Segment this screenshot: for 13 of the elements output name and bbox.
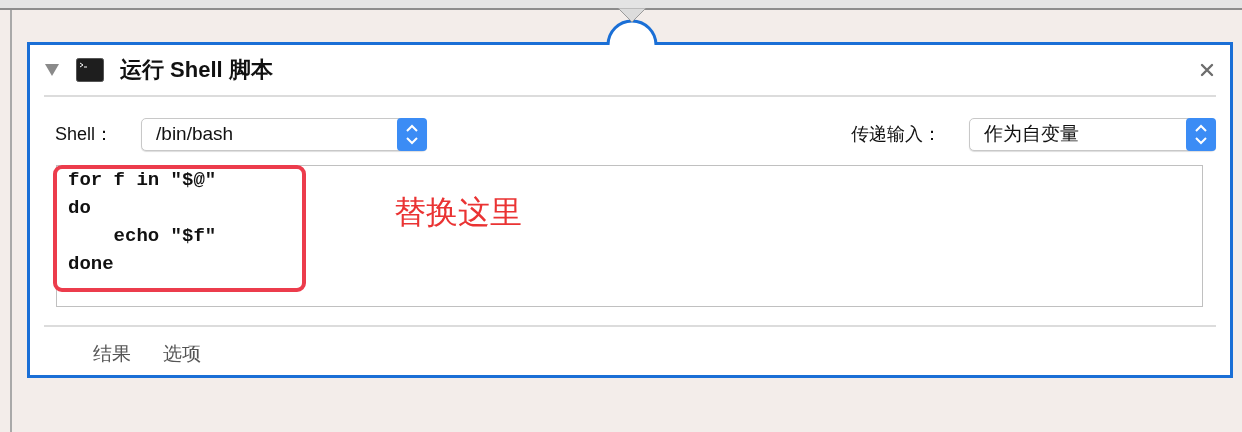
updown-arrows-icon: [1186, 117, 1216, 151]
annotation-text: 替换这里: [394, 193, 522, 232]
tab[interactable]: 选项: [163, 341, 201, 367]
updown-arrows-icon: [397, 117, 428, 151]
close-icon[interactable]: [1200, 63, 1214, 77]
terminal-icon: [76, 58, 104, 82]
shell-dropdown[interactable]: /bin/bash: [141, 117, 428, 151]
tab[interactable]: 结果: [93, 341, 131, 367]
collapse-triangle-icon[interactable]: [44, 63, 60, 77]
input-label: 传递输入：: [851, 123, 941, 146]
action-title: 运行 Shell 脚本: [120, 56, 273, 84]
input-dropdown[interactable]: 作为自变量: [969, 117, 1216, 151]
shell-label: Shell：: [55, 123, 114, 146]
